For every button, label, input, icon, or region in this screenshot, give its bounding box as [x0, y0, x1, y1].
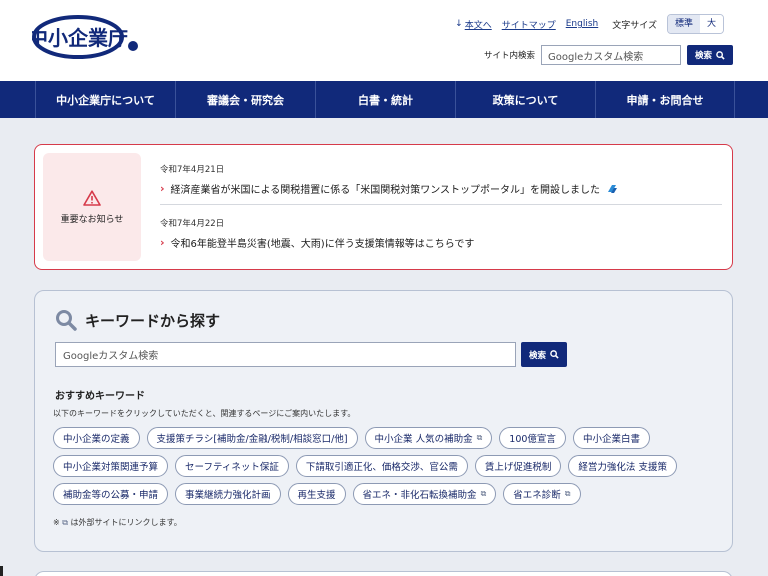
- fontsize-switcher: 標準 大: [666, 14, 724, 34]
- notice-date: 令和7年4月22日: [160, 219, 225, 229]
- site-header: 中小企業庁 ↓ 本文へ サイトマップ English 文字サイズ 標準 大 サイ…: [0, 0, 768, 81]
- nav-item-about[interactable]: 中小企業庁について: [35, 81, 175, 118]
- keyword-chip[interactable]: 事業継続力強化計画: [175, 483, 281, 505]
- keyword-chip-label: 省エネ診断: [513, 490, 561, 501]
- portal-badge-icon: [608, 184, 618, 193]
- external-link-note: ※ ⧉ は外部サイトにリンクします。: [53, 517, 182, 528]
- keyword-chip-list: 中小企業の定義 支援策チラシ[補助金/金融/税制/相談窓口/他] 中小企業 人気の補…: [53, 427, 713, 505]
- important-notice: 重要なお知らせ 令和7年4月21日 › 経済産業省が米国による関税措置に係る「米…: [34, 144, 733, 270]
- header-search: サイト内検索 Googleカスタム検索 検索: [484, 45, 733, 65]
- keyword-search-title: キーワードから探す: [55, 309, 220, 331]
- keyword-chip-label: 支援策チラシ[補助金/金融/税制/相談窓口/他]: [156, 434, 348, 445]
- keyword-chip-label: 省エネ・非化石転換補助金: [362, 490, 477, 501]
- keyword-search-button-label: 検索: [529, 350, 547, 361]
- site-search-button[interactable]: 検索: [686, 45, 733, 65]
- keyword-chip[interactable]: 中小企業対策関連予算: [53, 455, 169, 477]
- magnifier-icon: [56, 310, 77, 331]
- keyword-chip-label: 賃上げ促進税制: [484, 462, 552, 473]
- notice-date: 令和7年4月21日: [160, 165, 225, 175]
- external-note-text: は外部サイトにリンクします。: [70, 518, 182, 527]
- keyword-search-button[interactable]: 検索: [521, 342, 568, 367]
- notice-link[interactable]: › 経済産業省が米国による関税措置に係る「米国関税対策ワンストップポータル」を開…: [160, 181, 722, 196]
- keyword-chip-label: 100億宣言: [509, 434, 556, 445]
- keyword-chip-label: 中小企業 人気の補助金: [374, 434, 473, 445]
- sitemap-link[interactable]: サイトマップ: [502, 18, 556, 31]
- notice-text: 令和6年能登半島災害(地震、大雨)に伴う支援策情報等はこちらです: [170, 239, 475, 250]
- search-icon: [716, 50, 725, 60]
- keyword-chip[interactable]: 補助金等の公募・申請: [53, 483, 169, 505]
- fontsize-large-button[interactable]: 大: [699, 15, 723, 33]
- notice-item: 令和7年4月22日 › 令和6年能登半島災害(地震、大雨)に伴う支援策情報等はこ…: [160, 204, 722, 258]
- chevron-right-icon: ›: [160, 236, 165, 249]
- keyword-chip[interactable]: 中小企業白書: [572, 427, 650, 449]
- notice-text: 経済産業省が米国による関税措置に係る「米国関税対策ワンストップポータル」を開設し…: [170, 185, 601, 196]
- site-logo[interactable]: 中小企業庁: [28, 14, 144, 60]
- keyword-chip[interactable]: 省エネ・非化石転換補助金 ⧉: [352, 483, 497, 505]
- keyword-chip[interactable]: 再生支援: [287, 483, 346, 505]
- nav-item-councils[interactable]: 審議会・研究会: [175, 81, 315, 118]
- keyword-chip[interactable]: 下請取引適正化、価格交渉、官公需: [295, 455, 468, 477]
- chevron-right-icon: ›: [160, 182, 165, 195]
- keyword-chip[interactable]: 100億宣言: [499, 427, 566, 449]
- utility-bar: ↓ 本文へ サイトマップ English 文字サイズ 標準 大: [455, 14, 724, 34]
- fontsize-label: 文字サイズ: [612, 20, 657, 31]
- next-section-panel: [34, 571, 733, 576]
- notice-heading: 重要なお知らせ: [43, 153, 141, 261]
- keyword-search-panel: キーワードから探す Googleカスタム検索 検索 おすすめキーワード 以下のキ…: [34, 290, 733, 552]
- keyword-chip-label: 事業継続力強化計画: [185, 490, 271, 501]
- keyword-chip[interactable]: セーフティネット保証: [175, 455, 289, 477]
- keyword-chip[interactable]: 支援策チラシ[補助金/金融/税制/相談窓口/他]: [146, 427, 358, 449]
- search-button-label: 検索: [694, 51, 712, 61]
- site-search-label: サイト内検索: [483, 51, 535, 61]
- keyword-chip-label: 補助金等の公募・申請: [63, 490, 159, 501]
- keyword-chip[interactable]: 省エネ診断 ⧉: [503, 483, 581, 505]
- keyword-chip[interactable]: 中小企業 人気の補助金 ⧉: [364, 427, 493, 449]
- keyword-title-text: キーワードから探す: [85, 311, 221, 330]
- nav-item-policy[interactable]: 政策について: [455, 81, 595, 118]
- nav-item-whitepaper[interactable]: 白書・統計: [315, 81, 455, 118]
- note-mark: ※: [53, 518, 60, 527]
- notice-title: 重要なお知らせ: [60, 214, 124, 225]
- keyword-chip-label: 中小企業の定義: [63, 434, 130, 445]
- nav-item-apply[interactable]: 申請・お問合せ: [595, 81, 735, 118]
- notice-link[interactable]: › 令和6年能登半島災害(地震、大雨)に伴う支援策情報等はこちらです: [160, 235, 722, 250]
- scroll-indicator: [0, 566, 3, 576]
- external-link-icon: ⧉: [476, 433, 483, 442]
- global-nav: 中小企業庁について 審議会・研究会 白書・統計 政策について 申請・お問合せ: [0, 81, 768, 118]
- keyword-chip[interactable]: 経営力強化法 支援策: [568, 455, 677, 477]
- notice-item: 令和7年4月21日 › 経済産業省が米国による関税措置に係る「米国関税対策ワンス…: [160, 159, 722, 204]
- keyword-chip[interactable]: 賃上げ促進税制: [474, 455, 562, 477]
- site-search-input[interactable]: Googleカスタム検索: [540, 45, 681, 65]
- recommended-keywords-description: 以下のキーワードをクリックしていただくと、関連するページにご案内いたします。: [53, 409, 356, 418]
- logo-text: 中小企業庁: [32, 26, 128, 50]
- keyword-chip[interactable]: 中小企業の定義: [53, 427, 140, 449]
- english-link[interactable]: English: [566, 19, 599, 29]
- keyword-search-input[interactable]: Googleカスタム検索: [55, 342, 516, 367]
- keyword-chip-label: 再生支援: [297, 490, 336, 501]
- down-arrow-icon: ↓: [455, 19, 463, 29]
- external-link-icon: ⧉: [480, 489, 487, 498]
- warning-icon: [83, 189, 101, 206]
- keyword-chip-label: 中小企業対策関連予算: [63, 462, 159, 473]
- keyword-chip-label: セーフティネット保証: [185, 462, 279, 473]
- logo-mark: 中小企業庁: [28, 15, 138, 59]
- notice-list: 令和7年4月21日 › 経済産業省が米国による関税措置に係る「米国関税対策ワンス…: [160, 159, 722, 258]
- recommended-keywords-title: おすすめキーワード: [55, 391, 145, 402]
- search-icon: [550, 350, 559, 359]
- keyword-chip-label: 中小企業白書: [582, 434, 640, 445]
- skip-to-content-link[interactable]: 本文へ: [465, 18, 492, 31]
- external-link-icon: ⧉: [62, 518, 68, 527]
- keyword-chip-label: 経営力強化法 支援策: [578, 462, 667, 473]
- fontsize-standard-button[interactable]: 標準: [667, 15, 700, 33]
- external-link-icon: ⧉: [564, 489, 571, 498]
- keyword-chip-label: 下請取引適正化、価格交渉、官公需: [305, 462, 458, 473]
